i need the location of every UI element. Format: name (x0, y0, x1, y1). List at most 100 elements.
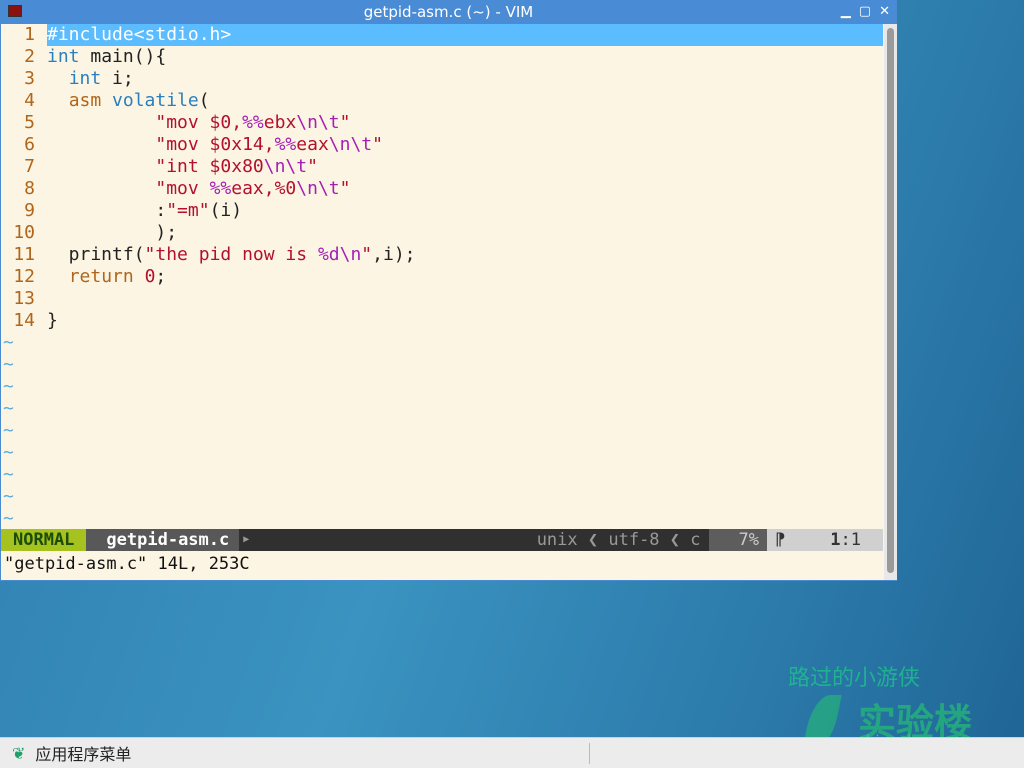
code-token: \n\t (296, 178, 340, 199)
code-token: ; (155, 266, 167, 287)
code-token: return (68, 266, 134, 287)
scroll-percent: 7% (708, 529, 767, 551)
empty-line-tilde: ~ (3, 508, 14, 529)
code-token: "the pid now is (144, 244, 318, 265)
code-token: volatile (112, 90, 199, 111)
file-format: unix (536, 530, 578, 550)
line-number-icon: ⁋ (775, 530, 786, 550)
code-token: " (372, 134, 383, 155)
file-encoding: utf-8 (608, 530, 660, 550)
code-token: (i) (209, 200, 243, 221)
line-number: 8 (24, 178, 35, 199)
code-token: } (47, 310, 58, 331)
mode-indicator: NORMAL (1, 529, 87, 551)
code-token: asm (68, 90, 102, 111)
app-menu-button[interactable]: 应用程序菜单 (35, 741, 131, 765)
code-token: 0 (144, 266, 156, 287)
taskbar: ❦ 应用程序菜单 (0, 737, 1024, 768)
file-type: c (690, 530, 701, 550)
code-text: int main(){ (47, 46, 883, 68)
code-line[interactable]: 4 asm volatile( (1, 90, 883, 112)
cursor-line: 1 (830, 530, 841, 550)
watermark-author: 路过的小游侠 (788, 666, 921, 691)
empty-line-tilde: ~ (3, 398, 14, 419)
title-bar[interactable]: getpid-asm.c (~) - VIM ▁ ▢ ✕ (1, 0, 896, 24)
code-line[interactable]: 5 "mov $0,%%ebx\n\t" (1, 112, 883, 134)
code-token: printf( (47, 244, 145, 265)
line-number: 2 (24, 46, 35, 67)
code-token: \n\t (296, 112, 340, 133)
code-text: ); (47, 222, 883, 244)
code-text: "mov %%eax,%0\n\t" (47, 178, 883, 200)
code-token: %% (274, 134, 297, 155)
code-token: \n\t (263, 156, 308, 177)
cursor-position: ⁋ 1:1 (767, 529, 883, 551)
taskbar-divider (589, 743, 590, 764)
status-line: NORMAL getpid-asm.c ▶ unix ❮ utf-8 ❮ c 7… (1, 529, 883, 551)
code-token: ); (47, 222, 178, 243)
code-line[interactable]: 13 (1, 288, 883, 310)
code-line[interactable]: 11 printf("the pid now is %d\n",i); (1, 244, 883, 266)
line-number: 13 (13, 288, 35, 309)
code-text: "mov $0,%%ebx\n\t" (47, 112, 883, 134)
code-text: int i; (47, 68, 883, 90)
line-number: 11 (13, 244, 35, 265)
code-line[interactable]: 3 int i; (1, 68, 883, 90)
code-token: %% (242, 112, 264, 133)
line-number: 3 (24, 68, 35, 89)
code-line[interactable]: 8 "mov %%eax,%0\n\t" (1, 178, 883, 200)
scrollbar[interactable] (884, 24, 897, 580)
line-number: 12 (13, 266, 35, 287)
code-token: " (361, 244, 373, 265)
code-token: " (307, 156, 318, 177)
code-text: :"=m"(i) (47, 200, 883, 222)
code-line[interactable]: 14} (1, 310, 883, 332)
line-number: 1 (24, 24, 35, 45)
code-line[interactable]: 1 #include<stdio.h> (1, 24, 883, 46)
status-fill (253, 529, 528, 551)
code-line[interactable]: 7 "int $0x80\n\t" (1, 156, 883, 178)
line-number: 6 (24, 134, 35, 155)
code-token: "int $0x80 (47, 156, 264, 177)
code-token: " (339, 178, 351, 199)
code-token: "mov $0, (47, 112, 243, 133)
cursor-col: 1 (850, 530, 861, 550)
code-token: "mov $0x14, (47, 134, 275, 155)
code-text: } (47, 310, 883, 332)
app-menu-icon[interactable]: ❦ (12, 744, 25, 763)
maximize-button[interactable]: ▢ (859, 0, 871, 24)
minimize-button[interactable]: ▁ (841, 0, 851, 24)
line-number: 10 (13, 222, 35, 243)
scrollbar-thumb[interactable] (887, 28, 894, 573)
line-number: 4 (24, 90, 35, 111)
code-line[interactable]: 6 "mov $0x14,%%eax\n\t" (1, 134, 883, 156)
vim-window: getpid-asm.c (~) - VIM ▁ ▢ ✕ 1 #include<s… (0, 0, 897, 581)
code-token: #include<stdio.h> (47, 24, 232, 45)
terminal-app-icon (8, 5, 22, 17)
code-text: #include<stdio.h> (47, 24, 883, 46)
code-token: "mov (47, 178, 210, 199)
code-line[interactable]: 12 return 0; (1, 266, 883, 288)
empty-line-tilde: ~ (3, 464, 14, 485)
empty-line-tilde: ~ (3, 442, 14, 463)
editor-buffer[interactable]: 1 #include<stdio.h> 2 int main(){3 int i; 4 … (1, 24, 883, 530)
code-line[interactable]: 2 int main(){ (1, 46, 883, 68)
line-number: 7 (24, 156, 35, 177)
code-line[interactable]: 9 :"=m"(i) (1, 200, 883, 222)
code-token: int (68, 68, 102, 89)
code-token: \n\t (328, 134, 373, 155)
command-line[interactable]: "getpid-asm.c" 14L, 253C (4, 552, 250, 576)
code-text: "int $0x80\n\t" (47, 156, 883, 178)
status-filename: getpid-asm.c (86, 529, 240, 551)
empty-line-tilde: ~ (3, 486, 14, 507)
close-button[interactable]: ✕ (879, 0, 890, 24)
code-line[interactable]: 10 ); (1, 222, 883, 244)
code-token: %% (209, 178, 232, 199)
line-number: 5 (24, 112, 35, 133)
code-token: %d\n (317, 244, 362, 265)
empty-line-tilde: ~ (3, 376, 14, 397)
